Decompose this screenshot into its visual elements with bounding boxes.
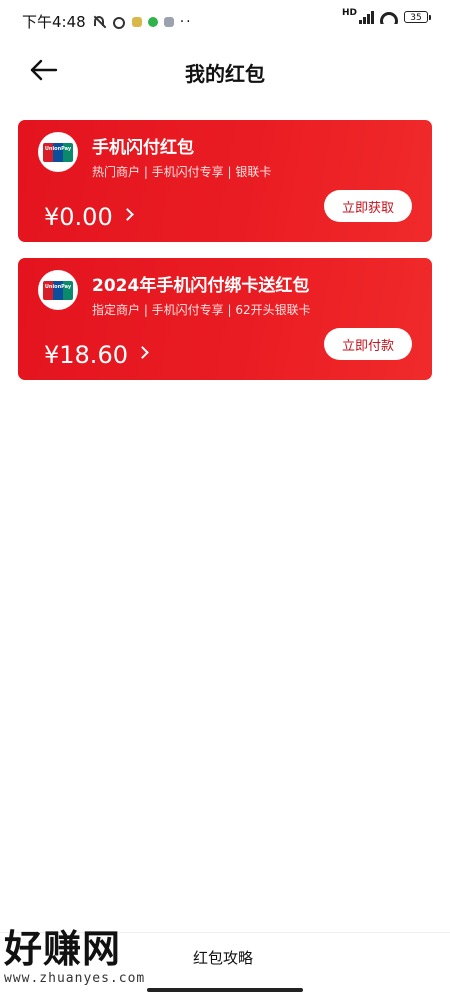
unionpay-logo: UnionPay xyxy=(38,270,78,310)
chevron-right-icon xyxy=(136,345,149,359)
red-packet-guide-link[interactable]: 红包攻略 xyxy=(193,947,253,968)
hd-label: HD xyxy=(341,8,357,18)
watermark: 好赚网 www.zhuanyes.com xyxy=(4,918,194,988)
card-amount[interactable]: ¥18.60 xyxy=(44,341,149,369)
watermark-url: www.zhuanyes.com xyxy=(4,971,146,986)
status-time: 下午4:48 xyxy=(22,13,86,31)
watermark-title: 好赚网 xyxy=(4,927,122,971)
battery-icon: 35 xyxy=(404,11,431,23)
pay-now-button[interactable]: 立即付款 xyxy=(324,328,412,360)
alarm-icon xyxy=(112,15,126,29)
card-subtitle: 指定商户 | 手机闪付专享 | 62开头银联卡 xyxy=(92,303,311,317)
card-title: 2024年手机闪付绑卡送红包 xyxy=(92,276,310,296)
unionpay-logo: UnionPay xyxy=(38,132,78,172)
bell-muted-icon xyxy=(92,15,106,29)
red-packet-card[interactable]: UnionPay 2024年手机闪付绑卡送红包 指定商户 | 手机闪付专享 | … xyxy=(18,258,432,380)
amount-value: ¥0.00 xyxy=(44,203,113,231)
card-title: 手机闪付红包 xyxy=(92,138,194,158)
status-right: HD 35 xyxy=(341,8,431,24)
get-now-button[interactable]: 立即获取 xyxy=(324,190,412,222)
amount-value: ¥18.60 xyxy=(44,341,128,369)
red-packet-card[interactable]: UnionPay 手机闪付红包 热门商户 | 手机闪付专享 | 银联卡 ¥0.0… xyxy=(18,120,432,242)
card-amount[interactable]: ¥0.00 xyxy=(44,203,134,231)
chevron-right-icon xyxy=(120,207,134,221)
more-notifications-icon: ·· xyxy=(179,13,193,30)
home-indicator[interactable] xyxy=(147,988,303,992)
page-title: 我的红包 xyxy=(185,62,265,86)
wifi-icon xyxy=(380,10,398,24)
card-subtitle: 热门商户 | 手机闪付专享 | 银联卡 xyxy=(92,165,272,179)
status-bar: 下午4:48 ·· HD 35 xyxy=(0,0,450,40)
message-icon xyxy=(163,16,174,27)
signal-icon xyxy=(359,10,374,24)
notification-app-icon xyxy=(131,16,142,27)
header: 我的红包 xyxy=(0,48,450,92)
status-left: 下午4:48 ·· xyxy=(22,11,193,32)
wechat-icon xyxy=(147,16,158,27)
